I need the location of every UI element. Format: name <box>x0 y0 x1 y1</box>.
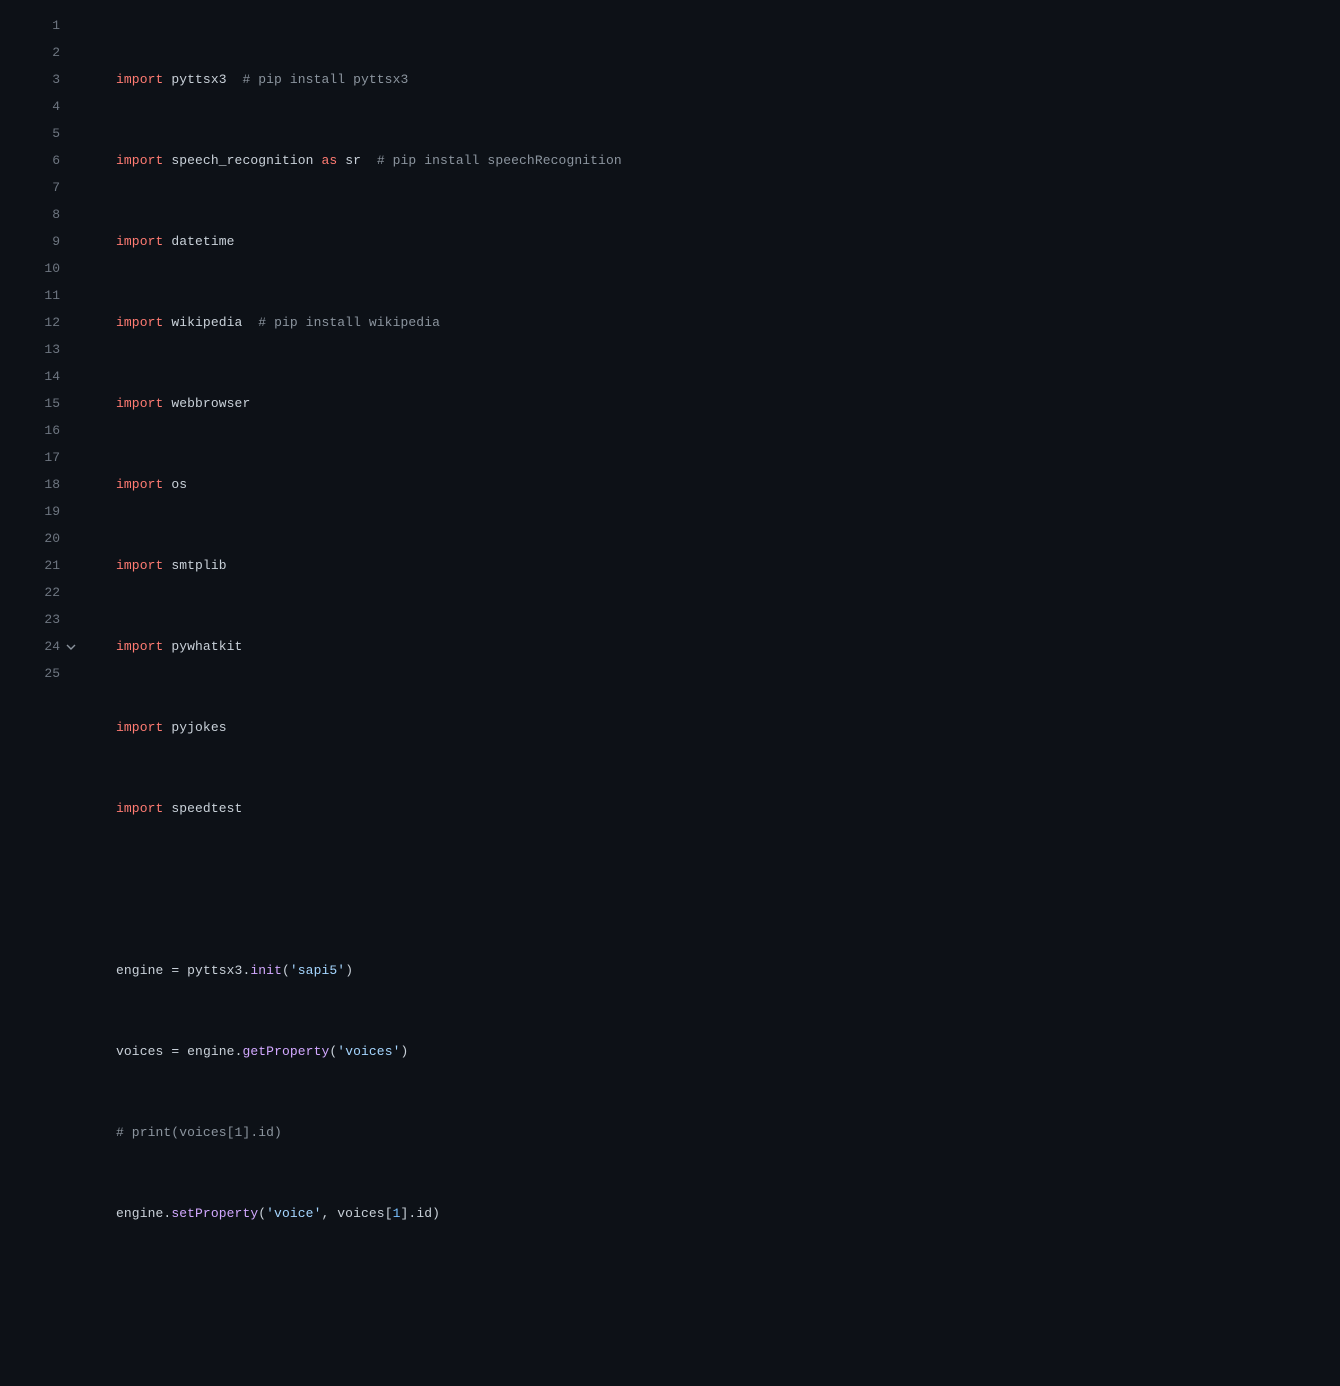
code-line[interactable]: import pyttsx3 # pip install pyttsx3 <box>116 66 1340 93</box>
line-number: 8 <box>0 201 82 228</box>
line-number: 7 <box>0 174 82 201</box>
code-line[interactable]: import datetime <box>116 228 1340 255</box>
line-number-gutter: 1 2 3 4 5 6 7 8 9 10 11 12 13 14 15 16 1… <box>0 12 82 693</box>
line-number: 16 <box>0 417 82 444</box>
line-number: 9 <box>0 228 82 255</box>
line-number: 11 <box>0 282 82 309</box>
code-line[interactable]: import speech_recognition as sr # pip in… <box>116 147 1340 174</box>
line-number: 24 <box>0 633 82 660</box>
line-number: 22 <box>0 579 82 606</box>
code-line[interactable]: import wikipedia # pip install wikipedia <box>116 309 1340 336</box>
code-line[interactable]: import smtplib <box>116 552 1340 579</box>
code-line[interactable]: import pywhatkit <box>116 633 1340 660</box>
line-number: 17 <box>0 444 82 471</box>
code-line[interactable] <box>116 1362 1340 1386</box>
line-number: 21 <box>0 552 82 579</box>
line-number: 19 <box>0 498 82 525</box>
code-line[interactable] <box>116 876 1340 903</box>
line-number: 3 <box>0 66 82 93</box>
line-number: 12 <box>0 309 82 336</box>
line-number: 1 <box>0 12 82 39</box>
line-number: 6 <box>0 147 82 174</box>
line-number: 14 <box>0 363 82 390</box>
line-number: 4 <box>0 93 82 120</box>
code-line[interactable]: import pyjokes <box>116 714 1340 741</box>
code-line[interactable]: engine = pyttsx3.init('sapi5') <box>116 957 1340 984</box>
code-area[interactable]: import pyttsx3 # pip install pyttsx3 imp… <box>82 12 1340 693</box>
code-line[interactable] <box>116 1281 1340 1308</box>
code-line[interactable]: voices = engine.getProperty('voices') <box>116 1038 1340 1065</box>
code-line[interactable]: import webbrowser <box>116 390 1340 417</box>
code-line[interactable]: import os <box>116 471 1340 498</box>
code-line[interactable]: import speedtest <box>116 795 1340 822</box>
code-line[interactable]: # print(voices[1].id) <box>116 1119 1340 1146</box>
line-number: 13 <box>0 336 82 363</box>
code-line[interactable]: engine.setProperty('voice', voices[1].id… <box>116 1200 1340 1227</box>
line-number: 5 <box>0 120 82 147</box>
fold-toggle-icon[interactable] <box>63 633 79 660</box>
line-number: 23 <box>0 606 82 633</box>
line-number: 2 <box>0 39 82 66</box>
line-number: 18 <box>0 471 82 498</box>
line-number: 20 <box>0 525 82 552</box>
line-number: 15 <box>0 390 82 417</box>
code-editor[interactable]: 1 2 3 4 5 6 7 8 9 10 11 12 13 14 15 16 1… <box>0 0 1340 693</box>
line-number: 10 <box>0 255 82 282</box>
line-number: 25 <box>0 660 82 687</box>
